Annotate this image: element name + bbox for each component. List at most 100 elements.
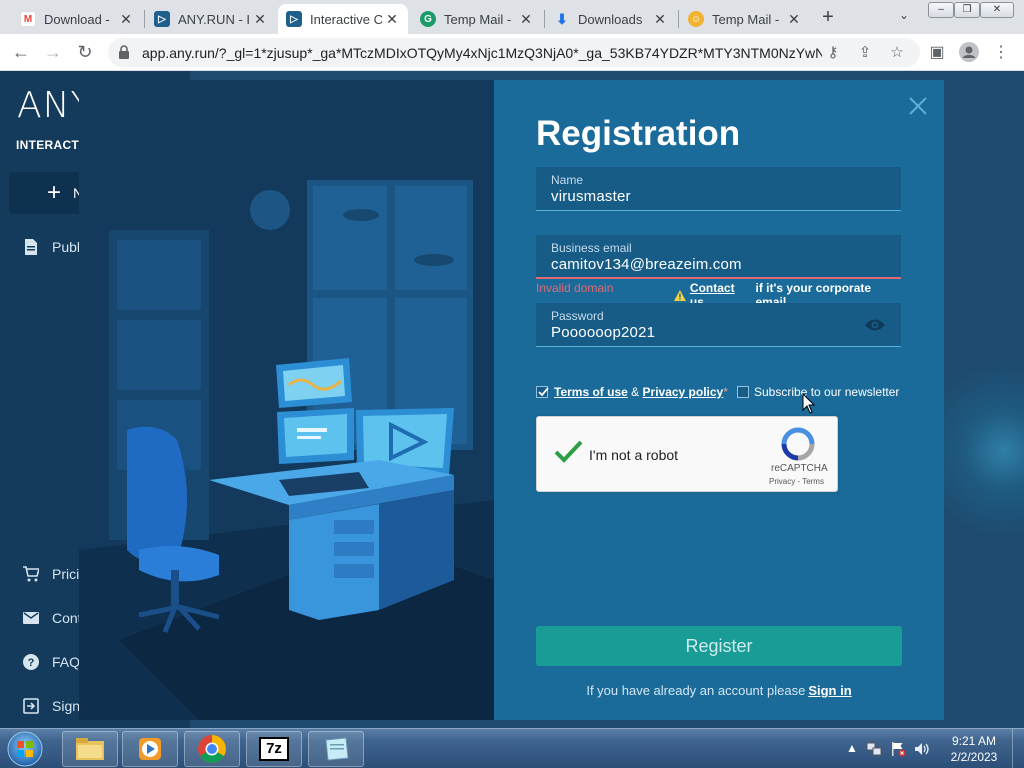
sidepanel-icon[interactable]: ▣ bbox=[926, 42, 948, 64]
volume-icon[interactable] bbox=[914, 741, 930, 757]
tab-strip: M Download - ✕ ▷ ANY.RUN - I ✕ ▷ Interac… bbox=[0, 0, 1024, 34]
show-desktop-button[interactable] bbox=[1012, 729, 1024, 768]
sidebar-item-signin[interactable]: Sign bbox=[22, 695, 80, 717]
network-icon[interactable] bbox=[866, 741, 882, 757]
profile-avatar-icon[interactable] bbox=[958, 42, 980, 64]
captcha-checkmark-icon[interactable] bbox=[553, 439, 583, 465]
recaptcha-logo-icon bbox=[781, 427, 815, 461]
sidebar-item-public[interactable]: Publ bbox=[22, 236, 80, 258]
action-center-flag-icon[interactable] bbox=[890, 741, 906, 757]
bookmark-star-icon[interactable]: ☆ bbox=[888, 44, 906, 62]
terms-checkbox[interactable] bbox=[536, 386, 549, 398]
taskbar-chrome[interactable] bbox=[184, 731, 240, 767]
windows-start-icon[interactable] bbox=[4, 730, 46, 768]
7zip-icon: 7z bbox=[259, 737, 289, 761]
eye-icon[interactable] bbox=[865, 318, 885, 332]
close-icon[interactable]: ✕ bbox=[384, 11, 400, 28]
close-icon[interactable]: ✕ bbox=[786, 11, 802, 28]
newsletter-label[interactable]: Subscribe to our newsletter bbox=[754, 385, 899, 399]
sidebar-item-label: Publ bbox=[52, 239, 81, 255]
tab-gmail-download[interactable]: M Download - ✕ bbox=[12, 4, 142, 34]
reload-icon[interactable]: ↻ bbox=[72, 40, 98, 66]
chrome-icon bbox=[198, 735, 226, 763]
sidebar-item-label: Cont bbox=[52, 610, 82, 626]
privacy-policy-link[interactable]: Privacy policy bbox=[643, 385, 724, 399]
browser-toolbar: ← → ↻ app.any.run/?_gl=1*zjusup*_ga*MTcz… bbox=[0, 34, 1024, 71]
sign-in-link[interactable]: Sign in bbox=[808, 683, 851, 698]
anyrun-icon: ▷ bbox=[154, 11, 170, 27]
address-bar[interactable]: app.any.run/?_gl=1*zjusup*_ga*MTczMDIxOT… bbox=[108, 38, 920, 67]
url-text[interactable]: app.any.run/?_gl=1*zjusup*_ga*MTczMDIxOT… bbox=[142, 45, 822, 61]
menu-kebab-icon[interactable]: ⋮ bbox=[990, 42, 1012, 64]
recaptcha-brand: reCAPTCHA bbox=[771, 463, 828, 474]
name-label: Name bbox=[551, 173, 584, 187]
recaptcha-widget[interactable]: I'm not a robot reCAPTCHA Privacy - Term… bbox=[536, 416, 838, 492]
tab-title: Temp Mail - bbox=[444, 11, 512, 27]
tempmail-icon: G bbox=[420, 11, 436, 27]
tab-title: Temp Mail - bbox=[712, 11, 780, 27]
back-arrow-icon[interactable]: ← bbox=[8, 40, 34, 66]
close-icon[interactable]: ✕ bbox=[118, 11, 134, 28]
workspace-illustration bbox=[79, 80, 494, 720]
taskbar-media-player[interactable] bbox=[122, 731, 178, 767]
restore-button[interactable]: ❐ bbox=[954, 2, 980, 18]
tab-interactive-active[interactable]: ▷ Interactive C ✕ bbox=[278, 4, 408, 34]
email-error-text: Invalid domain bbox=[536, 281, 614, 295]
desk-illustration-image bbox=[79, 80, 494, 720]
register-button[interactable]: Register bbox=[536, 626, 902, 666]
password-label: Password bbox=[551, 309, 604, 323]
help-icon: ? bbox=[22, 653, 40, 671]
recaptcha-privacy-terms[interactable]: Privacy - Terms bbox=[769, 477, 824, 486]
email-field[interactable]: Business email camitov134@breazeim.com bbox=[536, 235, 901, 279]
tab-tempmail-2[interactable]: ☺ Temp Mail - ✕ bbox=[680, 4, 810, 34]
sidebar-item-contact[interactable]: Cont bbox=[22, 607, 82, 629]
forward-arrow-icon[interactable]: → bbox=[40, 40, 66, 66]
chevron-down-icon[interactable]: ⌄ bbox=[894, 8, 914, 28]
sidebar-item-faq[interactable]: ? FAQ bbox=[22, 651, 80, 673]
warning-icon bbox=[674, 289, 686, 301]
taskbar-notepad[interactable] bbox=[308, 731, 364, 767]
close-icon[interactable]: ✕ bbox=[518, 11, 534, 28]
tab-anyrun[interactable]: ▷ ANY.RUN - I ✕ bbox=[146, 4, 276, 34]
windows-taskbar: 7z ▲ 9:21 AM 2/2/2023 bbox=[0, 728, 1024, 768]
cart-icon bbox=[22, 565, 40, 583]
name-field[interactable]: Name virusmaster bbox=[536, 167, 901, 211]
form-title: Registration bbox=[536, 114, 741, 153]
tab-tempmail-1[interactable]: G Temp Mail - ✕ bbox=[412, 4, 542, 34]
registration-form: Registration Name virusmaster Business e… bbox=[494, 80, 944, 720]
media-player-icon bbox=[139, 738, 161, 760]
taskbar-explorer[interactable] bbox=[62, 731, 118, 767]
lock-icon bbox=[119, 45, 129, 59]
sidebar-item-pricing[interactable]: Prici bbox=[22, 563, 79, 585]
gmail-icon: M bbox=[20, 11, 36, 27]
taskbar-7zip[interactable]: 7z bbox=[246, 731, 302, 767]
anyrun-icon: ▷ bbox=[286, 11, 302, 27]
explorer-icon bbox=[76, 738, 104, 760]
tab-divider bbox=[144, 10, 145, 28]
name-input[interactable]: virusmaster bbox=[551, 188, 631, 205]
newsletter-checkbox[interactable] bbox=[737, 386, 749, 398]
signin-icon bbox=[22, 697, 40, 715]
clock-time[interactable]: 9:21 AM bbox=[948, 734, 1000, 748]
email-input[interactable]: camitov134@breazeim.com bbox=[551, 256, 742, 273]
tab-downloads[interactable]: ⬇ Downloads ✕ bbox=[546, 4, 676, 34]
key-icon[interactable]: ⚷ bbox=[824, 44, 842, 62]
svg-text:?: ? bbox=[28, 657, 35, 669]
mouse-cursor-icon bbox=[802, 393, 816, 414]
new-tab-button[interactable]: + bbox=[816, 6, 840, 30]
share-icon[interactable]: ⇪ bbox=[856, 44, 874, 62]
close-icon[interactable]: ✕ bbox=[652, 11, 668, 28]
close-icon[interactable] bbox=[906, 94, 930, 118]
show-hidden-icons-chevron[interactable]: ▲ bbox=[844, 741, 860, 757]
clock-date[interactable]: 2/2/2023 bbox=[948, 750, 1000, 764]
notepad-icon bbox=[325, 737, 349, 761]
minimize-button[interactable]: – bbox=[928, 2, 954, 18]
password-input[interactable]: Poooooop2021 bbox=[551, 324, 655, 341]
terms-of-use-link[interactable]: Terms of use bbox=[554, 385, 628, 399]
close-window-button[interactable]: ✕ bbox=[980, 2, 1014, 18]
signin-prompt-text: If you have already an account please bbox=[586, 683, 806, 698]
password-field[interactable]: Password Poooooop2021 bbox=[536, 303, 901, 347]
sidebar-item-label: FAQ bbox=[52, 654, 81, 670]
close-icon[interactable]: ✕ bbox=[252, 11, 268, 28]
document-icon bbox=[22, 238, 40, 256]
